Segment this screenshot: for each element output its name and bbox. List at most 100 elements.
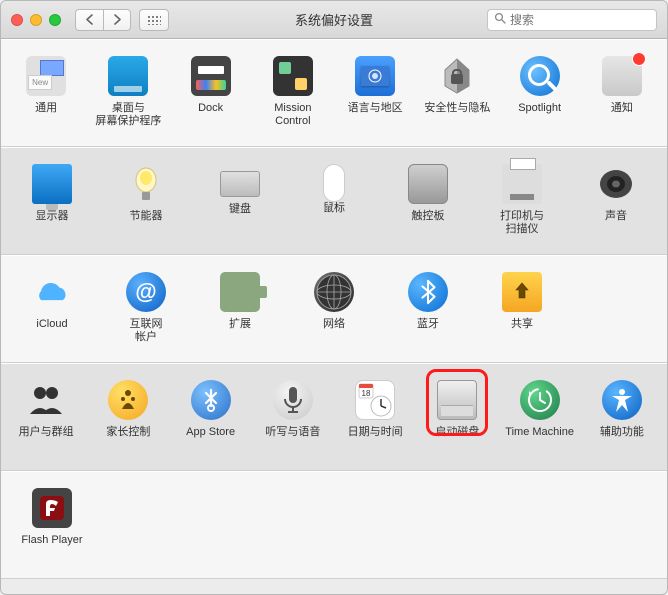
pref-section: 显示器 节能器 键盘 鼠标触控板 打印机与 扫描仪 声音	[1, 147, 667, 255]
pref-item-mouse[interactable]: 鼠标	[287, 160, 381, 240]
startup-icon	[437, 380, 477, 420]
pref-item-label: Spotlight	[518, 102, 561, 115]
pref-item-label: 通用	[35, 102, 57, 115]
pref-item-timemachine[interactable]: Time Machine	[499, 376, 581, 456]
pref-item-label: 语言与地区	[348, 102, 403, 115]
icloud-icon	[32, 272, 72, 312]
pref-item-label: 共享	[511, 318, 533, 331]
desktop-icon	[108, 56, 148, 96]
users-icon	[26, 380, 66, 420]
pref-item-security[interactable]: 安全性与隐私	[416, 52, 498, 132]
pref-item-label: App Store	[186, 426, 235, 439]
system-preferences-window: 系统偏好设置 通用 桌面与 屏幕保护程序 DockMission Control 语言…	[0, 0, 668, 595]
pref-item-sound[interactable]: 声音	[569, 160, 663, 240]
back-button[interactable]	[75, 9, 103, 31]
pref-item-label: 节能器	[130, 210, 163, 223]
pref-item-label: 家长控制	[106, 426, 150, 439]
pref-item-users[interactable]: 用户与群组	[5, 376, 87, 456]
energy-icon	[126, 164, 166, 204]
pref-item-dock[interactable]: Dock	[170, 52, 252, 132]
pref-item-label: 用户与群组	[19, 426, 74, 439]
accessibility-icon	[602, 380, 642, 420]
pref-item-energy[interactable]: 节能器	[99, 160, 193, 240]
network-icon	[314, 272, 354, 312]
pref-item-label: iCloud	[36, 318, 67, 331]
titlebar: 系统偏好设置	[1, 1, 667, 39]
pref-item-label: 触控板	[412, 210, 445, 223]
pref-item-accessibility[interactable]: 辅助功能	[581, 376, 663, 456]
keyboard-icon	[220, 171, 260, 197]
extensions-icon	[220, 272, 260, 312]
pref-item-general[interactable]: 通用	[5, 52, 87, 132]
pref-item-printer[interactable]: 打印机与 扫描仪	[475, 160, 569, 240]
show-all-button[interactable]	[139, 9, 169, 31]
security-icon	[437, 56, 477, 96]
pref-item-datetime[interactable]: 18 日期与时间	[334, 376, 416, 456]
pref-item-language[interactable]: 语言与地区	[334, 52, 416, 132]
pref-section: Flash Player	[1, 471, 667, 579]
notification-badge	[632, 52, 646, 66]
pref-item-bluetooth[interactable]: 蓝牙	[381, 268, 475, 348]
pref-item-label: 听写与语音	[265, 426, 320, 439]
sharing-icon	[502, 272, 542, 312]
pref-item-spotlight[interactable]: Spotlight	[499, 52, 581, 132]
pref-item-startup[interactable]: 启动磁盘	[416, 376, 498, 456]
appstore-icon	[191, 380, 231, 420]
pref-item-label: 声音	[605, 210, 627, 223]
flash-icon	[32, 488, 72, 528]
close-window-button[interactable]	[11, 14, 23, 26]
pref-item-label: 通知	[611, 102, 633, 115]
pref-section: iCloud @ 互联网 帐户 扩展 网络 蓝牙 共享	[1, 255, 667, 363]
nav-buttons	[75, 9, 131, 31]
dock-icon	[191, 56, 231, 96]
pref-item-notify[interactable]: 通知	[581, 52, 663, 132]
pref-item-network[interactable]: 网络	[287, 268, 381, 348]
general-icon	[26, 56, 66, 96]
mouse-icon	[323, 164, 345, 202]
pref-item-sharing[interactable]: 共享	[475, 268, 569, 348]
pref-item-label: Flash Player	[21, 534, 82, 547]
pref-item-appstore[interactable]: App Store	[170, 376, 252, 456]
pref-item-trackpad[interactable]: 触控板	[381, 160, 475, 240]
pref-item-label: 蓝牙	[417, 318, 439, 331]
pref-item-label: Time Machine	[505, 426, 574, 439]
pref-item-label: 鼠标	[323, 202, 345, 215]
mission-icon	[273, 56, 313, 96]
pref-item-label: 辅助功能	[600, 426, 644, 439]
search-icon	[494, 12, 506, 27]
minimize-window-button[interactable]	[30, 14, 42, 26]
pref-section: 用户与群组 家长控制 App Store 听写与语音 18 日期与时间启动磁盘 Time M…	[1, 363, 667, 471]
datetime-icon: 18	[355, 380, 395, 420]
search-field-wrap[interactable]	[487, 9, 657, 31]
internet-icon: @	[126, 272, 166, 312]
bluetooth-icon	[408, 272, 448, 312]
pref-item-label: 扩展	[229, 318, 251, 331]
sound-icon	[596, 164, 636, 204]
pref-item-label: 显示器	[36, 210, 69, 223]
pref-item-dictation[interactable]: 听写与语音	[252, 376, 334, 456]
pref-item-mission[interactable]: Mission Control	[252, 52, 334, 132]
pref-item-label: 打印机与 扫描仪	[500, 210, 544, 236]
dictation-icon	[273, 380, 313, 420]
pref-item-parental[interactable]: 家长控制	[87, 376, 169, 456]
forward-button[interactable]	[103, 9, 131, 31]
pref-item-label: 日期与时间	[348, 426, 403, 439]
pref-item-label: 互联网 帐户	[130, 318, 163, 344]
pref-item-flash[interactable]: Flash Player	[5, 484, 99, 564]
pref-item-extensions[interactable]: 扩展	[193, 268, 287, 348]
pref-item-desktop[interactable]: 桌面与 屏幕保护程序	[87, 52, 169, 132]
zoom-window-button[interactable]	[49, 14, 61, 26]
language-icon	[355, 56, 395, 96]
pref-item-internet[interactable]: @ 互联网 帐户	[99, 268, 193, 348]
pref-item-label: 键盘	[229, 203, 251, 216]
parental-icon	[108, 380, 148, 420]
pref-item-keyboard[interactable]: 键盘	[193, 160, 287, 240]
traffic-lights	[11, 14, 61, 26]
pref-item-label: 桌面与 屏幕保护程序	[95, 102, 161, 128]
grid-icon	[147, 15, 161, 25]
pref-item-label: 网络	[323, 318, 345, 331]
pref-item-icloud[interactable]: iCloud	[5, 268, 99, 348]
pref-item-display[interactable]: 显示器	[5, 160, 99, 240]
search-input[interactable]	[510, 13, 650, 27]
trackpad-icon	[408, 164, 448, 204]
